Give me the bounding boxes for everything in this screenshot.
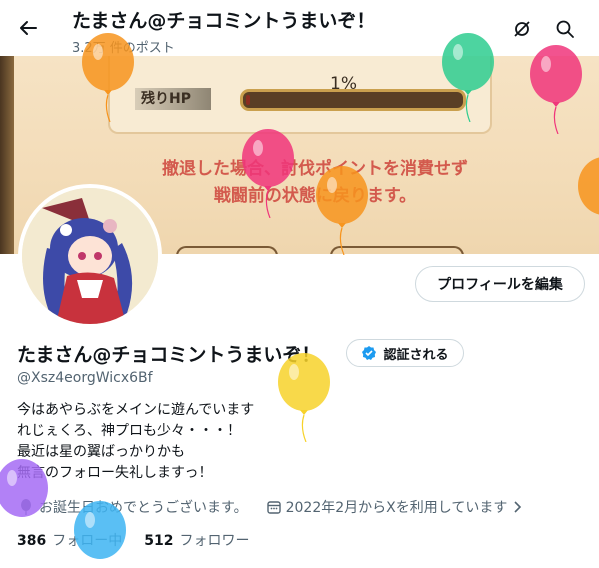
avatar-illustration [22, 188, 158, 324]
banner-button-shape [176, 246, 278, 254]
search-icon [556, 20, 574, 38]
balloon-icon [314, 165, 370, 259]
balloon-icon [72, 500, 128, 568]
followers-label: フォロワー [179, 533, 250, 549]
balloon-icon [528, 44, 584, 138]
followers-link[interactable]: 512 フォロワー [144, 530, 249, 550]
search-button[interactable] [551, 15, 579, 43]
follow-stats: 386フォロー中 512フォロワー [17, 530, 249, 550]
get-verified-label: 認証される [383, 347, 449, 363]
verified-badge-icon [362, 346, 377, 360]
birthday-item: お誕生日おめでとうございます。 [17, 497, 248, 517]
display-name: たまさん@チョコミントうまいぞ！ [17, 344, 321, 366]
hp-bar [240, 89, 466, 111]
get-verified-button[interactable]: 認証される [346, 339, 464, 367]
balloon-icon [80, 32, 136, 126]
banner-frame [0, 56, 14, 254]
mute-button[interactable] [508, 15, 536, 43]
mute-icon [514, 21, 530, 37]
back-button[interactable] [12, 12, 44, 44]
back-arrow-icon [20, 21, 37, 35]
bio-line: 無言のフォロー失礼しますっ！ [17, 465, 213, 481]
balloon-icon [0, 456, 50, 550]
balloon-icon [576, 156, 599, 230]
avatar[interactable] [18, 184, 162, 328]
hp-label: 残りHP [135, 88, 211, 110]
edit-profile-button[interactable]: プロフィールを編集 [415, 266, 585, 302]
birthday-text: お誕生日おめでとうございます。 [39, 500, 248, 516]
joined-text: 2022年2月からXを利用しています [285, 500, 508, 516]
followers-count: 512 [144, 533, 174, 549]
balloon-icon [440, 32, 496, 126]
bio: 今はあやらぶをメインに遊んでいます れじぇくろ、神プロも少々・・・！ 最近は星の… [17, 400, 254, 484]
chevron-right-icon [514, 501, 522, 513]
balloon-icon [276, 352, 332, 446]
user-handle: @Xsz4eorgWicx6Bf [17, 370, 153, 386]
bio-line: れじぇくろ、神プロも少々・・・！ [17, 423, 241, 439]
bio-line: 最近は星の翼ばっかりかも [17, 444, 185, 460]
header-title: たまさん@チョコミントうまいぞ！ [72, 10, 376, 32]
joined-item[interactable]: 2022年2月からXを利用しています [266, 497, 524, 517]
bio-line: 今はあやらぶをメインに遊んでいます [17, 402, 255, 418]
calendar-icon [266, 501, 281, 514]
balloon-icon [240, 128, 296, 222]
hp-bar-fill [246, 95, 250, 105]
